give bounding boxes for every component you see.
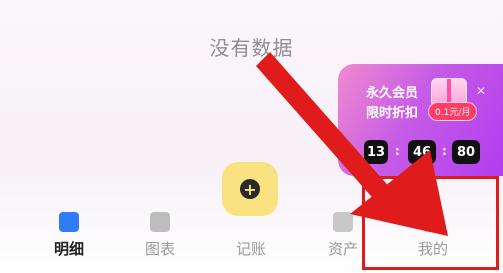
annotation-highlight-box bbox=[362, 176, 499, 270]
